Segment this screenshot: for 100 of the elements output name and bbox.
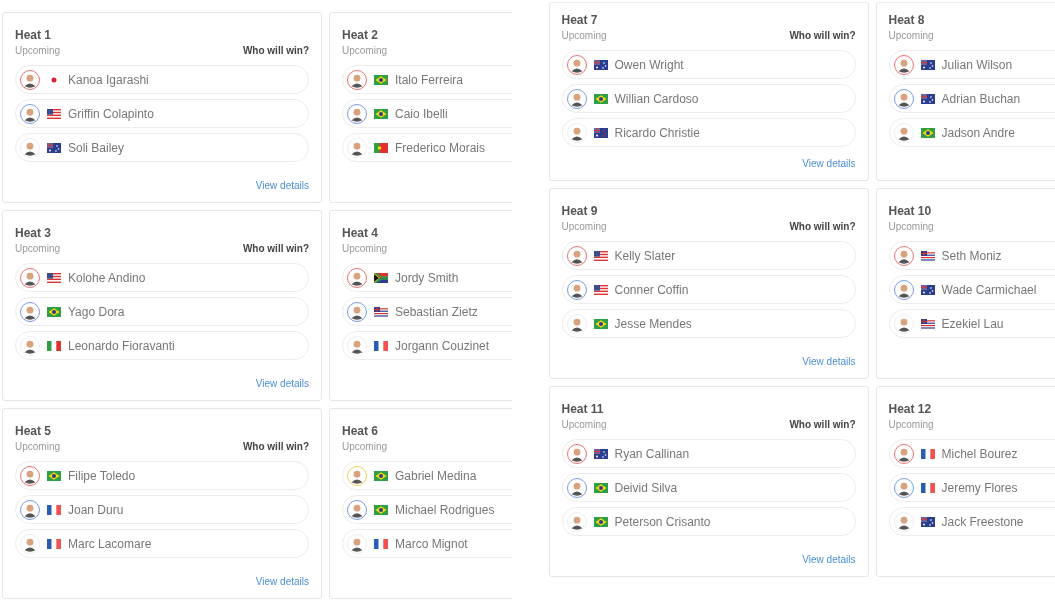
- surfer-name: Michel Bourez: [941, 446, 1018, 461]
- flag-icon: [374, 504, 388, 515]
- surfer-name: Michael Rodrigues: [395, 502, 495, 517]
- heat-status: Upcoming: [888, 419, 934, 430]
- surfer-name: Ezekiel Lau: [941, 316, 1004, 331]
- heat-status: Upcoming: [15, 441, 61, 452]
- flag-icon: [920, 250, 935, 261]
- view-details-link[interactable]: View details: [802, 356, 856, 370]
- surfer-name: Joan Duru: [68, 502, 124, 517]
- flag-icon: [374, 470, 388, 481]
- heat-status: Upcoming: [561, 30, 607, 41]
- heat-status: Upcoming: [15, 243, 61, 254]
- surfer-name: Jeremy Flores: [941, 480, 1018, 495]
- prediction-prompt: Who will win?: [789, 419, 856, 430]
- flag-icon: [374, 108, 388, 119]
- surfer-name: Kelly Slater: [614, 248, 676, 263]
- flag-icon: [593, 516, 608, 527]
- heat-title: Heat 11: [561, 402, 605, 417]
- flag-icon: [593, 59, 608, 70]
- surfer-name: Conner Coffin: [614, 282, 689, 297]
- heat-status: Upcoming: [561, 221, 607, 232]
- flag-icon: [593, 93, 608, 104]
- surfer-name: Gabriel Medina: [395, 468, 477, 483]
- flag-icon: [920, 127, 935, 138]
- heat-title: Heat 1: [15, 28, 53, 43]
- surfer-name: Ryan Callinan: [614, 446, 690, 461]
- heat-status: Upcoming: [342, 45, 388, 56]
- flag-icon: [374, 74, 388, 85]
- heat-title: Heat 7: [561, 13, 599, 28]
- flag-icon: [47, 538, 61, 549]
- heat-status: Upcoming: [561, 419, 607, 430]
- surfer-name: Kolohe Andino: [68, 270, 146, 285]
- heat-status: Upcoming: [15, 45, 61, 56]
- flag-icon: [920, 516, 935, 527]
- surfer-name: Leonardo Fioravanti: [68, 338, 175, 353]
- surfer-name: Jack Freestone: [941, 514, 1024, 529]
- heat-status: Upcoming: [342, 441, 388, 452]
- surfer-name: Willian Cardoso: [614, 91, 699, 106]
- surfer-name: Seth Moniz: [941, 248, 1002, 263]
- flag-icon: [593, 250, 608, 261]
- flag-icon: [47, 306, 61, 317]
- heat-title: Heat 5: [15, 424, 53, 439]
- flag-icon: [593, 127, 608, 138]
- surfer-name: Jadson Andre: [941, 125, 1015, 140]
- heat-status: Upcoming: [888, 221, 934, 232]
- surfer-name: Deivid Silva: [614, 480, 678, 495]
- heat-title: Heat 4: [342, 226, 380, 241]
- view-details-link[interactable]: View details: [255, 378, 309, 392]
- heat-title: Heat 6: [342, 424, 380, 439]
- surfer-name: Soli Bailey: [68, 140, 125, 155]
- flag-icon: [374, 142, 388, 153]
- heat-title: Heat 3: [15, 226, 53, 241]
- flag-icon: [920, 59, 935, 70]
- surfer-name: Yago Dora: [68, 304, 125, 319]
- flag-icon: [593, 448, 608, 459]
- surfer-name: Kanoa Igarashi: [68, 72, 149, 87]
- flag-icon: [593, 482, 608, 493]
- heat-title: Heat 10: [888, 204, 933, 219]
- surfer-name: Jorgann Couzinet: [395, 338, 490, 353]
- surfer-name: Filipe Toledo: [68, 468, 136, 483]
- flag-icon: [920, 448, 935, 459]
- flag-icon: [593, 318, 608, 329]
- surfer-name: Adrian Buchan: [941, 91, 1021, 106]
- surfer-name: Jesse Mendes: [614, 316, 692, 331]
- surfer-name: Caio Ibelli: [395, 106, 448, 121]
- flag-icon: [374, 538, 388, 549]
- flag-icon: [47, 470, 61, 481]
- heat-status: Upcoming: [342, 243, 388, 254]
- flag-icon: [920, 318, 935, 329]
- flag-icon: [374, 272, 388, 283]
- flag-icon: [374, 340, 388, 351]
- view-details-link[interactable]: View details: [255, 576, 309, 590]
- flag-icon: [47, 504, 61, 515]
- prediction-prompt: Who will win?: [242, 441, 309, 452]
- surfer-name: Frederico Morais: [395, 140, 486, 155]
- heat-title: Heat 12: [888, 402, 933, 417]
- surfer-name: Wade Carmichael: [941, 282, 1037, 297]
- flag-icon: [47, 108, 61, 119]
- surfer-name: Marc Lacomare: [68, 536, 152, 551]
- surfer-name: Ricardo Christie: [614, 125, 700, 140]
- flag-icon: [47, 142, 61, 153]
- flag-icon: [47, 340, 61, 351]
- prediction-prompt: Who will win?: [242, 243, 309, 254]
- heat-status: Upcoming: [888, 30, 934, 41]
- surfer-name: Owen Wright: [614, 57, 684, 72]
- surfer-name: Peterson Crisanto: [614, 514, 711, 529]
- flag-icon: [593, 284, 608, 295]
- surfer-name: Griffin Colapinto: [68, 106, 154, 121]
- prediction-prompt: Who will win?: [789, 30, 856, 41]
- surfer-name: Julian Wilson: [941, 57, 1013, 72]
- flag-icon: [47, 272, 61, 283]
- flag-icon: [920, 93, 935, 104]
- heat-title: Heat 2: [342, 28, 380, 43]
- prediction-prompt: Who will win?: [789, 221, 856, 232]
- view-details-link[interactable]: View details: [802, 554, 856, 568]
- view-details-link[interactable]: View details: [255, 180, 309, 194]
- flag-icon: [920, 284, 935, 295]
- view-details-link[interactable]: View details: [802, 158, 856, 172]
- prediction-prompt: Who will win?: [242, 45, 309, 56]
- surfer-name: Sebastian Zietz: [395, 304, 478, 319]
